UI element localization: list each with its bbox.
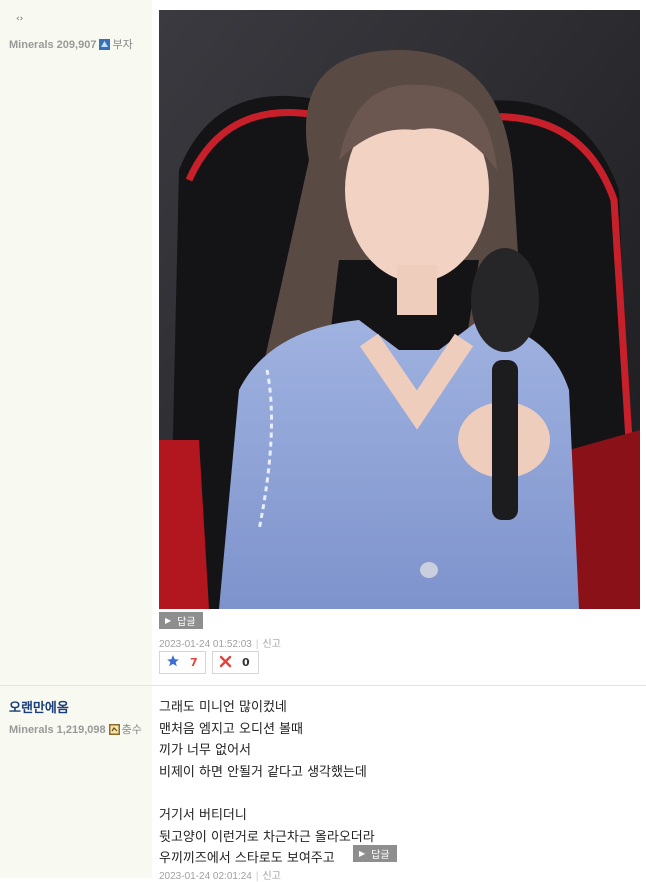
mineral-info: Minerals 209,907 부자 (9, 36, 133, 52)
like-count: 7 (190, 656, 198, 669)
meta-separator: | (255, 871, 259, 882)
post-line-text: 우끼끼즈에서 스타로도 보여주고 (159, 851, 335, 867)
mineral-info: Minerals 1,219,098 충수 (9, 721, 142, 737)
mineral-count: Minerals 209,907 (9, 39, 97, 51)
post-line: 끼가 너무 없어서 (159, 743, 251, 759)
dislike-button[interactable]: 0 (212, 651, 259, 674)
reply-label: 답글 (371, 850, 390, 861)
report-link[interactable]: 신고 (262, 871, 280, 882)
report-link[interactable]: 신고 (262, 639, 280, 650)
x-icon (219, 655, 232, 671)
reply-button[interactable]: ▶ 답글 (353, 845, 397, 862)
post-timestamp: 2023-01-24 02:01:24 (159, 871, 252, 882)
post-divider (0, 685, 646, 686)
rank-icon (108, 724, 120, 735)
post-line: 그래도 미니언 많이컸네 (159, 700, 287, 715)
post-line (159, 783, 375, 805)
post-line: 뒷고양이 이런거로 차근차근 올라오더라 (159, 829, 375, 845)
post-image[interactable] (159, 10, 640, 609)
rank-label: 충수 (121, 724, 142, 736)
author-nickname[interactable]: 오랜만에옴 (9, 697, 69, 716)
like-button[interactable]: 7 (159, 651, 206, 674)
author-tag: ‹› (16, 14, 24, 24)
rank-icon (99, 39, 111, 50)
post-meta: 2023-01-24 01:52:03 | 신고 (159, 635, 281, 650)
post-meta: 2023-01-24 02:01:24 | 신고 (159, 867, 281, 882)
play-icon: ▶ (359, 849, 366, 858)
dislike-count: 0 (242, 656, 250, 669)
reply-label: 답글 (177, 617, 196, 628)
author-column (0, 0, 152, 685)
star-icon (166, 654, 180, 671)
post-line: 거기서 버티더니 (159, 807, 247, 823)
post-line: 맨처음 엠지고 오디션 볼때 (159, 721, 303, 737)
post-body: 그래도 미니언 많이컸네 맨처음 엠지고 오디션 볼때 끼가 너무 없어서 비제… (159, 697, 375, 870)
mineral-count: Minerals 1,219,098 (9, 724, 106, 736)
rank-label: 부자 (112, 39, 133, 51)
post-line: 비제이 하면 안될거 같다고 생각했는데 (159, 764, 367, 780)
meta-separator: | (255, 639, 259, 650)
post-timestamp: 2023-01-24 01:52:03 (159, 639, 252, 650)
reply-button[interactable]: ▶ 답글 (159, 612, 203, 629)
play-icon: ▶ (165, 616, 172, 625)
